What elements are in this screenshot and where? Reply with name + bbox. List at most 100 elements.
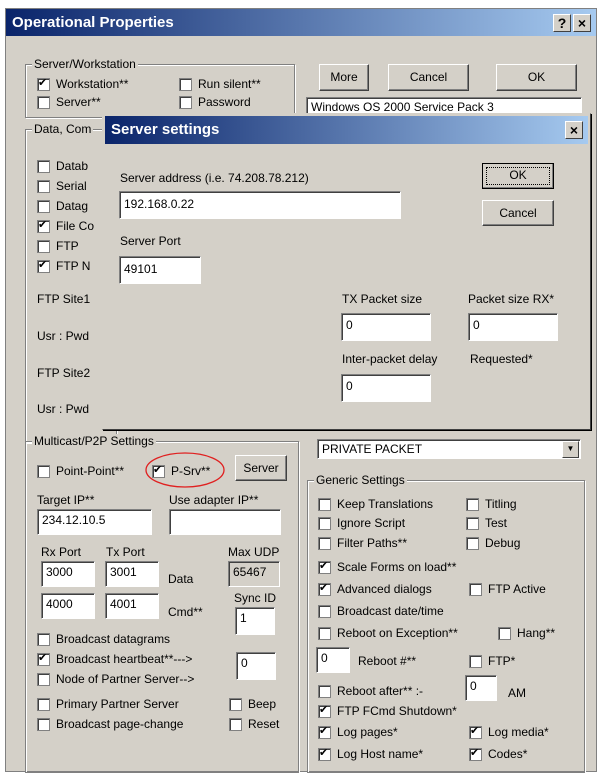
debug-checkbox[interactable]: Debug (466, 536, 520, 550)
reboot-after-input[interactable]: 0 (465, 675, 497, 701)
broadcast-heartbeat-checkbox[interactable]: Broadcast heartbeat**---> (37, 651, 192, 666)
ftp-fcmd-shutdown-checkbox[interactable]: FTP FCmd Shutdown* (318, 703, 457, 718)
inter-packet-delay-input[interactable]: 0 (341, 374, 431, 402)
server-button[interactable]: Server (235, 455, 287, 481)
log-host-name-checkbox[interactable]: Log Host name* (318, 746, 423, 761)
target-ip-label: Target IP** (37, 493, 95, 507)
checkbox-icon (466, 516, 479, 530)
broadcast-datagrams-checkbox[interactable]: Broadcast datagrams (37, 632, 170, 646)
dialog-ok-button[interactable]: OK (482, 163, 554, 189)
am-label: AM (508, 686, 526, 700)
packet-type-select[interactable]: PRIVATE PACKET ▼ (317, 439, 581, 459)
advanced-dialogs-checkbox[interactable]: Advanced dialogs (318, 581, 432, 596)
checkbox-icon (469, 582, 482, 596)
scale-forms-checkbox[interactable]: Scale Forms on load** (318, 559, 456, 574)
checkbox-icon (37, 464, 50, 478)
server-address-input[interactable]: 192.168.0.22 (119, 191, 401, 219)
beep-checkbox[interactable]: Beep (229, 697, 276, 711)
check-icon (469, 746, 482, 761)
ftp-star-checkbox[interactable]: FTP* (469, 654, 515, 668)
codes-checkbox[interactable]: Codes* (469, 746, 527, 761)
data-item-checkbox[interactable]: Serial (37, 179, 87, 193)
more-button[interactable]: More (319, 64, 369, 91)
password-checkbox[interactable]: Password (179, 95, 251, 109)
check-icon (318, 559, 331, 574)
cancel-button[interactable]: Cancel (388, 64, 469, 91)
tx-port-input[interactable]: 3001 (105, 561, 159, 587)
annotation-circle (145, 452, 225, 488)
use-adapter-input[interactable] (169, 509, 281, 535)
keep-translations-checkbox[interactable]: Keep Translations (318, 497, 433, 511)
tx-packet-size-input[interactable]: 0 (341, 313, 431, 341)
multicast-label: Multicast/P2P Settings (32, 434, 156, 448)
sync-id-input[interactable]: 1 (235, 607, 275, 635)
checkbox-icon (37, 717, 50, 731)
reset-checkbox[interactable]: Reset (229, 717, 279, 731)
checkbox-icon (179, 77, 192, 91)
data-item-checkbox[interactable]: FTP (37, 239, 79, 253)
generic-settings-label: Generic Settings (314, 473, 407, 487)
checkbox-icon (37, 672, 50, 686)
server-checkbox[interactable]: Server** (37, 95, 101, 109)
server-settings-dialog: Server settings × Server address (i.e. 7… (102, 113, 591, 430)
reboot-after-checkbox[interactable]: Reboot after** :- (318, 684, 423, 698)
dialog-titlebar: Server settings (105, 116, 588, 144)
test-checkbox[interactable]: Test (466, 516, 507, 530)
heartbeat-input[interactable]: 0 (236, 652, 276, 680)
chevron-down-icon[interactable]: ▼ (562, 441, 579, 458)
ignore-script-checkbox[interactable]: Ignore Script (318, 516, 405, 530)
checkbox-icon (37, 199, 50, 213)
dialog-title: Server settings (111, 121, 220, 138)
checkbox-icon (37, 239, 50, 253)
requested-label: Requested* (470, 352, 533, 366)
checkbox-icon (37, 179, 50, 193)
server-workstation-group: Server/Workstation (25, 57, 295, 118)
reboot-exception-checkbox[interactable]: Reboot on Exception** (318, 626, 458, 640)
checkbox-icon (229, 717, 242, 731)
rx-packet-size-input[interactable]: 0 (468, 313, 558, 341)
log-media-checkbox[interactable]: Log media* (469, 724, 549, 739)
data-item-checkbox[interactable]: Datab (37, 159, 88, 173)
checkbox-icon (318, 684, 331, 698)
ftp-active-checkbox[interactable]: FTP Active (469, 582, 546, 596)
filter-paths-checkbox[interactable]: Filter Paths** (318, 536, 407, 550)
max-udp-field: 65467 (228, 561, 280, 587)
log-pages-checkbox[interactable]: Log pages* (318, 724, 398, 739)
workstation-checkbox[interactable]: Workstation** (37, 76, 128, 91)
broadcast-page-change-checkbox[interactable]: Broadcast page-change (37, 717, 183, 731)
help-button[interactable]: ? (553, 14, 571, 32)
check-icon (318, 746, 331, 761)
server-port-label: Server Port (120, 234, 181, 248)
rx-port-label: Rx Port (41, 545, 82, 559)
checkbox-icon (37, 632, 50, 646)
target-ip-input[interactable]: 234.12.10.5 (37, 509, 152, 535)
dialog-close-button[interactable]: × (565, 121, 583, 139)
cmd-tx-port-input[interactable]: 4001 (105, 593, 159, 619)
reboot-number-input[interactable]: 0 (316, 647, 350, 673)
sync-id-label: Sync ID (234, 591, 277, 605)
point-point-checkbox[interactable]: Point-Point** (37, 464, 124, 478)
close-button[interactable]: × (573, 14, 591, 32)
check-icon (37, 218, 50, 233)
checkbox-icon (318, 497, 331, 511)
cmd-label: Cmd** (168, 605, 203, 619)
server-port-input[interactable]: 49101 (119, 256, 201, 284)
node-partner-checkbox[interactable]: Node of Partner Server--> (37, 672, 194, 686)
primary-partner-checkbox[interactable]: Primary Partner Server (37, 697, 179, 711)
ok-button[interactable]: OK (496, 64, 577, 91)
data-item-checkbox[interactable]: File Co (37, 218, 94, 233)
rx-port-input[interactable]: 3000 (41, 561, 95, 587)
checkbox-icon (37, 697, 50, 711)
run-silent-checkbox[interactable]: Run silent** (179, 77, 261, 91)
cmd-rx-port-input[interactable]: 4000 (41, 593, 95, 619)
data-com-label: Data, Com (32, 122, 94, 136)
data-item-checkbox[interactable]: FTP N (37, 258, 90, 273)
broadcast-datetime-checkbox[interactable]: Broadcast date/time (318, 604, 444, 618)
hang-checkbox[interactable]: Hang** (498, 626, 555, 640)
titling-checkbox[interactable]: Titling (466, 497, 517, 511)
checkbox-icon (229, 697, 242, 711)
ftp-site2-label: FTP Site2 (37, 366, 91, 380)
data-item-checkbox[interactable]: Datag (37, 199, 88, 213)
rx-packet-size-label: Packet size RX* (468, 292, 555, 306)
dialog-cancel-button[interactable]: Cancel (482, 200, 554, 226)
